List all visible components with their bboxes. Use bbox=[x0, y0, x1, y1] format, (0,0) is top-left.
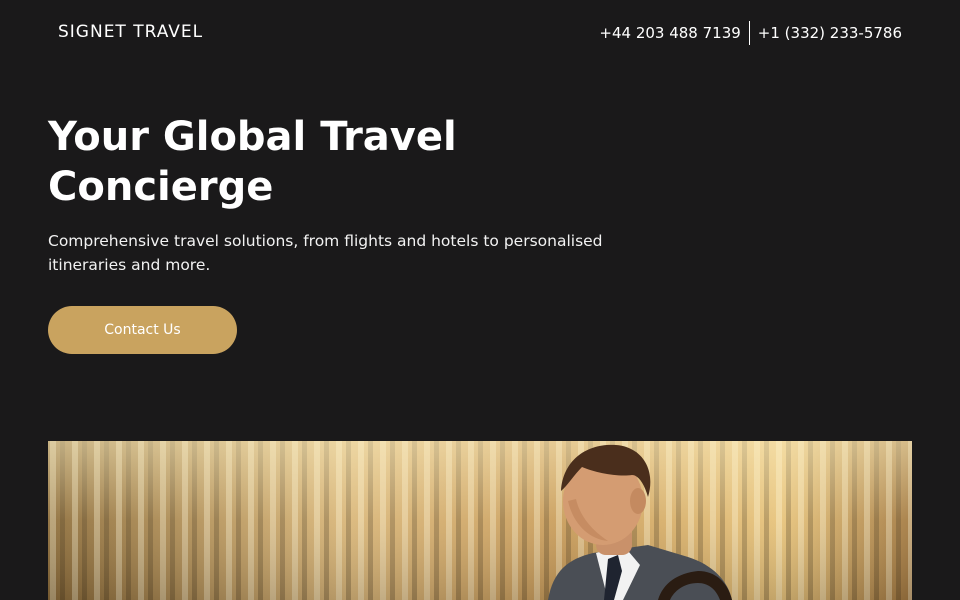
phone-numbers: +44 203 488 7139 +1 (332) 233-5786 bbox=[599, 21, 902, 45]
site-header: SIGNET TRAVEL +44 203 488 7139 +1 (332) … bbox=[0, 0, 960, 66]
page: SIGNET TRAVEL +44 203 488 7139 +1 (332) … bbox=[0, 0, 960, 600]
logo[interactable]: SIGNET TRAVEL bbox=[58, 22, 203, 42]
phone-link-uk[interactable]: +44 203 488 7139 bbox=[599, 21, 740, 45]
hero-title-line-2: Concierge bbox=[48, 164, 274, 210]
hero-subtitle: Comprehensive travel solutions, from fli… bbox=[48, 232, 603, 274]
hero-title-line-1: Your Global Travel bbox=[48, 114, 457, 160]
contact-us-button[interactable]: Contact Us bbox=[48, 306, 237, 354]
hero-title: Your Global Travel Concierge bbox=[48, 112, 568, 212]
hero-image bbox=[48, 441, 912, 600]
phone-divider bbox=[748, 21, 750, 45]
phone-link-us[interactable]: +1 (332) 233-5786 bbox=[758, 21, 902, 45]
hero-photo-illustration bbox=[48, 441, 912, 600]
